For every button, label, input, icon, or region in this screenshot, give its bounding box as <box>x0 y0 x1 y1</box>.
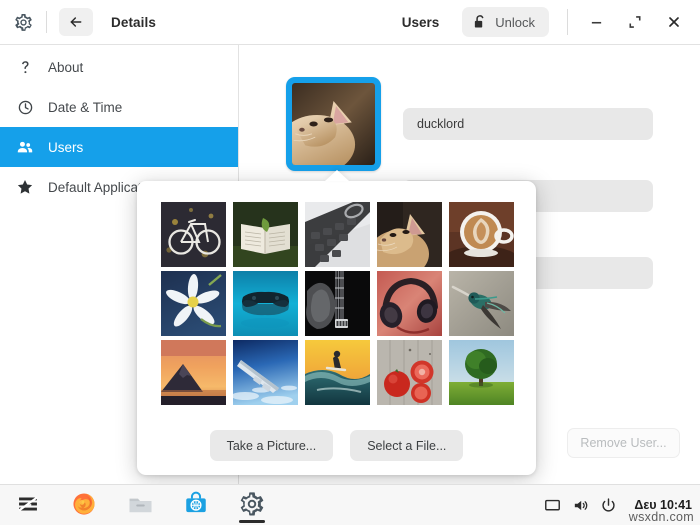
cat-avatar[interactable] <box>377 202 442 267</box>
popover-arrow <box>325 170 349 181</box>
back-button[interactable] <box>59 8 93 36</box>
tree-avatar[interactable] <box>449 340 514 405</box>
headphones-avatar[interactable] <box>377 271 442 336</box>
controller-avatar-image <box>233 271 298 336</box>
power-icon[interactable] <box>594 485 622 526</box>
remove-user-button[interactable]: Remove User... <box>567 428 680 458</box>
zorin-menu-icon[interactable] <box>0 485 56 526</box>
cat-looking-up-photo <box>292 83 375 165</box>
tree-avatar-image <box>449 340 514 405</box>
settings-icon[interactable] <box>224 485 280 526</box>
sidebar-item-users[interactable]: Users <box>0 127 238 167</box>
open-book-avatar-image <box>233 202 298 267</box>
files-icon[interactable] <box>112 485 168 526</box>
window-header-bar: Details Users Unlock <box>0 0 700 45</box>
calculator-avatar[interactable] <box>305 202 370 267</box>
sidebar-item-date-time[interactable]: Date & Time <box>0 87 238 127</box>
mountain-avatar-image <box>161 340 226 405</box>
question-mark-icon <box>12 59 38 76</box>
page-title-users: Users <box>401 14 440 30</box>
open-padlock-icon <box>475 15 484 28</box>
avatar-popup-actions: Take a Picture... Select a File... <box>137 430 536 461</box>
settings-window: Details Users Unlock About Date & Time U… <box>0 0 700 484</box>
restore-button[interactable] <box>619 6 651 38</box>
flower-avatar[interactable] <box>161 271 226 336</box>
airplane-wing-avatar[interactable] <box>233 340 298 405</box>
cat-avatar-image <box>377 202 442 267</box>
sidebar-item-label: About <box>48 59 84 75</box>
sidebar-item-about[interactable]: About <box>0 47 238 87</box>
latte-avatar-image <box>449 202 514 267</box>
sidebar-item-label: Users <box>48 139 84 155</box>
header-divider-2 <box>567 9 568 35</box>
volume-icon[interactable] <box>566 485 594 526</box>
mountain-avatar[interactable] <box>161 340 226 405</box>
username-field[interactable]: ducklord <box>403 108 653 140</box>
calculator-avatar-image <box>305 202 370 267</box>
select-a-file-button[interactable]: Select a File... <box>350 430 464 461</box>
airplane-wing-avatar-image <box>233 340 298 405</box>
close-icon <box>669 17 679 27</box>
avatar-grid <box>161 202 514 405</box>
people-icon <box>12 138 38 156</box>
sidebar-item-label: Date & Time <box>48 99 123 115</box>
display-icon[interactable] <box>538 485 566 526</box>
surfer-avatar-image <box>305 340 370 405</box>
bicycle-avatar-image <box>161 202 226 267</box>
software-icon[interactable] <box>168 485 224 526</box>
username-value: ducklord <box>417 117 465 131</box>
header-divider <box>46 11 47 33</box>
minimize-icon <box>591 21 601 24</box>
bass-guitar-avatar[interactable] <box>305 271 370 336</box>
hummingbird-avatar-image <box>449 271 514 336</box>
avatar-picker-popover: Take a Picture... Select a File... <box>137 170 536 475</box>
speaker-icon <box>574 500 588 510</box>
firefox-logo-icon <box>73 492 95 515</box>
software-store-icon <box>186 491 206 512</box>
restore-icon <box>629 16 641 28</box>
avatar <box>292 83 375 165</box>
latte-avatar[interactable] <box>449 202 514 267</box>
settings-gear-icon <box>240 491 264 516</box>
bass-guitar-avatar-image <box>305 271 370 336</box>
back-arrow-icon <box>70 17 82 27</box>
watermark-text: wsxdn.com <box>628 510 694 524</box>
tomatoes-avatar-image <box>377 340 442 405</box>
take-a-picture-button[interactable]: Take a Picture... <box>209 430 334 461</box>
open-book-avatar[interactable] <box>233 202 298 267</box>
page-title-details: Details <box>111 14 156 30</box>
unlock-button[interactable]: Unlock <box>462 7 549 37</box>
clock-icon <box>12 99 38 116</box>
star-icon <box>12 178 38 196</box>
bicycle-avatar[interactable] <box>161 202 226 267</box>
gear-icon <box>0 13 46 32</box>
minimize-button[interactable] <box>580 6 612 38</box>
close-button[interactable] <box>658 6 690 38</box>
zorin-logo-icon <box>18 496 38 511</box>
desktop-taskbar: Δευ 10:41 wsxdn.com <box>0 484 700 525</box>
unlock-button-label: Unlock <box>495 14 535 30</box>
headphones-avatar-image <box>377 271 442 336</box>
user-avatar-button[interactable] <box>286 77 381 171</box>
folder-icon <box>129 498 151 512</box>
hummingbird-avatar[interactable] <box>449 271 514 336</box>
controller-avatar[interactable] <box>233 271 298 336</box>
firefox-icon[interactable] <box>56 485 112 526</box>
surfer-avatar[interactable] <box>305 340 370 405</box>
flower-avatar-image <box>161 271 226 336</box>
tomatoes-avatar[interactable] <box>377 340 442 405</box>
